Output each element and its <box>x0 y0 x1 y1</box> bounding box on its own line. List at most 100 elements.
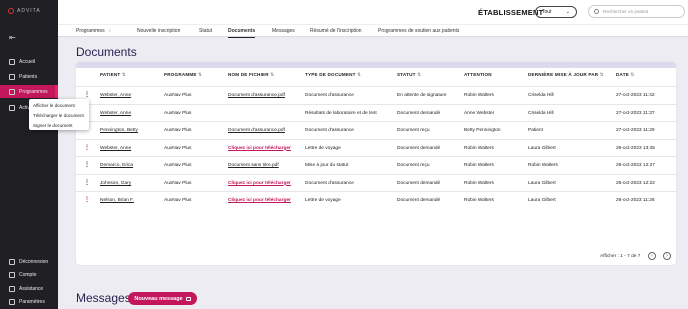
sidebar-item-accueil[interactable]: Accueil <box>0 55 58 68</box>
cell-patient[interactable]: Webster, Anne <box>100 111 131 116</box>
cell-status: Document reçu <box>397 163 430 168</box>
menu-item-sign-document[interactable]: Signer le document <box>29 121 89 131</box>
search-icon <box>594 9 599 14</box>
cell-programme: AuxNav Plus <box>164 110 192 116</box>
collapse-sidebar-icon[interactable]: ⇤ <box>9 33 16 42</box>
sidebar: ADVITA ⇤ Accueil Patients Programmes Act… <box>0 0 58 309</box>
sort-icon: ⇅ <box>357 72 362 77</box>
app-logo: ADVITA <box>8 8 41 14</box>
cell-patient[interactable]: Webster, Anne <box>100 146 131 151</box>
tab-documents[interactable]: Documents <box>228 28 256 38</box>
tab-messages[interactable]: Messages <box>272 28 295 38</box>
row-actions-menu-icon[interactable]: ⋮ <box>84 161 90 168</box>
tab-programmes-soutien[interactable]: Programmes de soutien aux patients <box>378 28 459 38</box>
sidebar-item-patients[interactable]: Patients <box>0 70 58 83</box>
new-message-button[interactable]: Nouveau message <box>128 292 197 305</box>
cell-date: 26-oct-2023 12:22 <box>616 180 655 186</box>
sort-icon: ⇅ <box>270 72 275 77</box>
previous-page-button[interactable]: ‹ <box>648 252 656 260</box>
cell-updated-by: Laura Gilbert <box>528 198 556 203</box>
cell-status: En attente de signature <box>397 93 447 98</box>
row-actions-menu-icon[interactable]: ⋮ <box>84 91 90 98</box>
message-icon <box>185 296 191 301</box>
column-label: TYPE DE DOCUMENT <box>305 72 356 77</box>
cell-file-name[interactable]: Cliquez ici pour télécharger <box>228 198 291 203</box>
column-label: DATE <box>616 72 629 77</box>
sidebar-item-label: Déconnexion <box>19 258 49 265</box>
home-icon <box>9 58 15 65</box>
sort-icon: ⇅ <box>599 72 604 77</box>
cell-updated-by: Laura Gilbert <box>528 145 556 151</box>
column-header-date[interactable]: DATE ⇅ <box>616 72 635 78</box>
cell-date: 27-oct-2023 11:29 <box>616 128 655 133</box>
column-label: PATIENT <box>100 72 121 77</box>
cell-updated-by: Laura Gilbert <box>528 180 556 186</box>
cell-status: Document demandé <box>397 198 441 203</box>
sidebar-item-compte[interactable]: Compte <box>0 268 58 281</box>
cell-file-name[interactable]: Cliquez ici pour télécharger <box>228 146 291 151</box>
sidebar-item-deconnexion[interactable]: Déconnexion <box>0 255 58 268</box>
column-label: DERNIÈRE MISE À JOUR PAR <box>528 72 599 77</box>
sort-icon: ⇅ <box>417 72 422 77</box>
table-row: ⋮ Webster, Anne AuxNav Plus Cliquez ici pou… <box>76 138 676 156</box>
cell-date: 26-oct-2023 13:45 <box>616 145 655 151</box>
column-header-patient[interactable]: PATIENT ⇅ <box>100 72 126 78</box>
cell-patient[interactable]: Johnson, Gary <box>100 181 131 186</box>
cell-patient[interactable]: Nelson, Brian F. <box>100 198 134 203</box>
sidebar-item-assistance[interactable]: Assistance <box>0 282 58 295</box>
cell-file-name[interactable]: Document d'assurance.pdf <box>228 128 285 133</box>
tab-programmes[interactable]: Programmes <box>76 28 105 38</box>
tab-chevron-icon: › <box>109 28 111 34</box>
chevron-down-icon: ⌄ <box>565 9 570 15</box>
row-actions-menu-icon[interactable]: ⋮ <box>84 179 90 186</box>
tab-resume-inscription[interactable]: Résumé de l'inscription <box>310 28 362 38</box>
sidebar-item-programmes[interactable]: Programmes <box>0 85 58 98</box>
sort-icon: ⇅ <box>121 72 126 77</box>
column-label: PROGRAMME <box>164 72 197 77</box>
establishment-select[interactable]: Tout ⌄ <box>535 6 577 18</box>
cell-programme: AuxNav Plus <box>164 145 192 151</box>
cell-date: 27-oct-2023 11:42 <box>616 93 655 98</box>
search-input[interactable]: Rechercher un patient <box>588 5 685 18</box>
column-header-status[interactable]: STATUT ⇅ <box>397 72 421 78</box>
cell-updated-by: Patient <box>528 128 543 133</box>
sidebar-item-label: Programmes <box>19 88 48 95</box>
activity-icon <box>9 104 15 111</box>
sidebar-item-parametres[interactable]: Paramètres <box>0 295 58 308</box>
column-label: STATUT <box>397 72 416 77</box>
row-actions-menu-icon[interactable]: ⋮ <box>84 196 90 203</box>
logo-icon <box>8 8 14 14</box>
cell-date: 26-oct-2023 12:27 <box>616 163 655 168</box>
column-header-updated-by[interactable]: DERNIÈRE MISE À JOUR PAR ⇅ <box>528 72 604 78</box>
cell-programme: AuxNav Plus <box>164 198 192 203</box>
menu-item-download-document[interactable]: Télécharger le document <box>29 111 89 121</box>
tab-statut[interactable]: Statut <box>199 28 212 38</box>
cell-patient[interactable]: Pennington, Betty <box>100 128 138 133</box>
help-icon <box>9 285 15 292</box>
new-message-label: Nouveau message <box>134 295 183 302</box>
cell-status: Document demandé <box>397 110 441 116</box>
column-header-file-name[interactable]: NOM DE FICHIER ⇅ <box>228 72 274 78</box>
cell-patient[interactable]: Webster, Anne <box>100 93 131 98</box>
cell-file-name[interactable]: Document d'assurance.pdf <box>228 93 285 98</box>
tab-nouvelle-inscription[interactable]: Nouvelle inscription <box>137 28 180 38</box>
cell-updated-by: Criselda Hill <box>528 110 554 116</box>
menu-item-view-document[interactable]: Afficher le document <box>29 101 89 111</box>
cell-updated-by: Criselda Hill <box>528 93 554 98</box>
cell-programme: AuxNav Plus <box>164 180 192 186</box>
cell-attention: Betty Pennington <box>464 128 501 133</box>
cell-document-type: Document d'assurance <box>305 180 354 186</box>
pagination-label: Afficher : 1 - 7 de 7 <box>600 254 641 259</box>
next-page-button[interactable]: › <box>663 252 671 260</box>
row-actions-menu-icon[interactable]: ⋮ <box>84 144 90 151</box>
cell-attention: Robin Walters <box>464 198 494 203</box>
cell-patient[interactable]: Demarco, Erica <box>100 163 133 168</box>
column-header-programme[interactable]: PROGRAMME ⇅ <box>164 72 202 78</box>
cell-file-name[interactable]: Document sans titre.pdf <box>228 163 279 168</box>
cell-file-name[interactable]: Cliquez ici pour télécharger <box>228 181 291 186</box>
column-header-document-type[interactable]: TYPE DE DOCUMENT ⇅ <box>305 72 361 78</box>
sidebar-item-label: Accueil <box>19 58 36 65</box>
cell-programme: AuxNav Plus <box>164 163 192 168</box>
search-placeholder: Rechercher un patient <box>603 9 649 14</box>
cell-attention: Anne Webster <box>464 110 495 116</box>
